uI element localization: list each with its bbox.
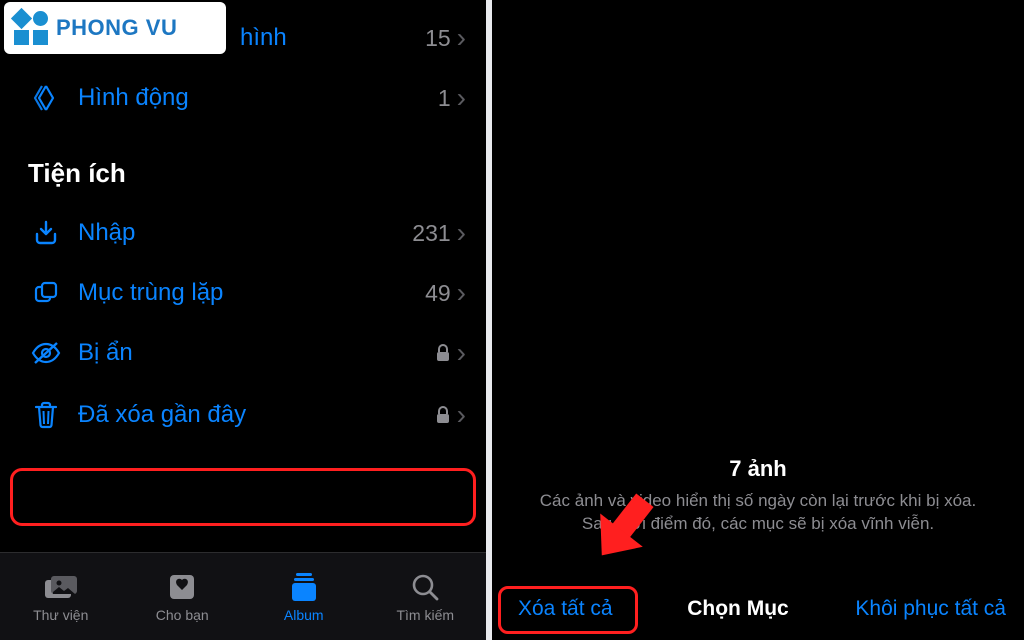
lock-icon xyxy=(435,406,451,424)
select-button[interactable]: Chọn Mục xyxy=(687,597,788,621)
row-count: 1 xyxy=(438,85,451,112)
tab-label: Album xyxy=(284,607,324,623)
tab-bar: Thư viện Cho bạn xyxy=(0,552,486,640)
search-icon xyxy=(410,571,440,603)
phongvu-logo: PHONG VU xyxy=(4,2,226,54)
row-label: Nhập xyxy=(78,219,412,247)
delete-all-button[interactable]: Xóa tất cả xyxy=(500,591,631,627)
row-label: Bị ẩn xyxy=(78,339,435,367)
recently-deleted-pane: 7 ảnh Các ảnh và video hiển thị số ngày … xyxy=(492,0,1024,640)
utility-row-hidden[interactable]: Bị ẩn › xyxy=(0,323,486,383)
library-icon xyxy=(41,571,81,603)
tab-label: Tìm kiếm xyxy=(396,607,454,623)
trash-icon xyxy=(28,400,64,430)
row-count: 231 xyxy=(412,220,450,247)
import-icon xyxy=(28,219,64,247)
tab-foryou[interactable]: Cho bạn xyxy=(127,571,237,623)
utility-row-import[interactable]: Nhập 231 › xyxy=(0,203,486,263)
desc-line-2: Sau thời điểm đó, các mục sẽ bị xóa vĩnh… xyxy=(582,514,934,533)
row-label: Mục trùng lặp xyxy=(78,279,425,307)
row-count: 15 xyxy=(425,25,451,52)
duplicate-icon xyxy=(28,279,64,307)
chevron-right-icon: › xyxy=(457,337,466,369)
chevron-right-icon: › xyxy=(457,82,466,114)
row-count: 49 xyxy=(425,280,451,307)
album-row-liveanim[interactable]: Hình động 1 › xyxy=(0,68,486,128)
utility-row-duplicates[interactable]: Mục trùng lặp 49 › xyxy=(0,263,486,323)
tab-label: Thư viện xyxy=(33,607,88,623)
utility-row-recently-deleted[interactable]: Đã xóa gần đây › xyxy=(0,385,486,445)
tab-label: Cho bạn xyxy=(156,607,209,623)
hidden-icon xyxy=(28,339,64,367)
lock-icon xyxy=(435,344,451,362)
phongvu-logo-text: PHONG VU xyxy=(56,15,177,41)
info-block: 7 ảnh Các ảnh và video hiển thị số ngày … xyxy=(492,0,1024,574)
chevron-right-icon: › xyxy=(457,22,466,54)
album-icon xyxy=(289,571,319,603)
live-icon xyxy=(28,83,64,113)
row-label: hình xyxy=(240,24,425,52)
highlight-recently-deleted xyxy=(10,468,476,526)
row-label: Hình động xyxy=(78,84,438,112)
chevron-right-icon: › xyxy=(457,217,466,249)
phongvu-logo-icon xyxy=(14,11,48,45)
bottom-toolbar: Xóa tất cả Chọn Mục Khôi phục tất cả xyxy=(492,578,1024,640)
row-label: Đã xóa gần đây xyxy=(78,401,435,429)
chevron-right-icon: › xyxy=(457,399,466,431)
chevron-right-icon: › xyxy=(457,277,466,309)
tab-album[interactable]: Album xyxy=(249,571,359,623)
section-title-utilities: Tiện ích xyxy=(0,128,486,203)
foryou-icon xyxy=(167,571,197,603)
albums-pane: PHONG VU hình 15 › Hình động 1 › Tiện íc… xyxy=(0,0,486,640)
desc-line-1: Các ảnh và video hiển thị số ngày còn lạ… xyxy=(540,491,976,510)
tab-library[interactable]: Thư viện xyxy=(6,571,116,623)
info-description: Các ảnh và video hiển thị số ngày còn lạ… xyxy=(540,490,976,536)
tab-search[interactable]: Tìm kiếm xyxy=(370,571,480,623)
photo-count-title: 7 ảnh xyxy=(729,456,786,482)
recover-all-button[interactable]: Khôi phục tất cả xyxy=(845,591,1016,627)
